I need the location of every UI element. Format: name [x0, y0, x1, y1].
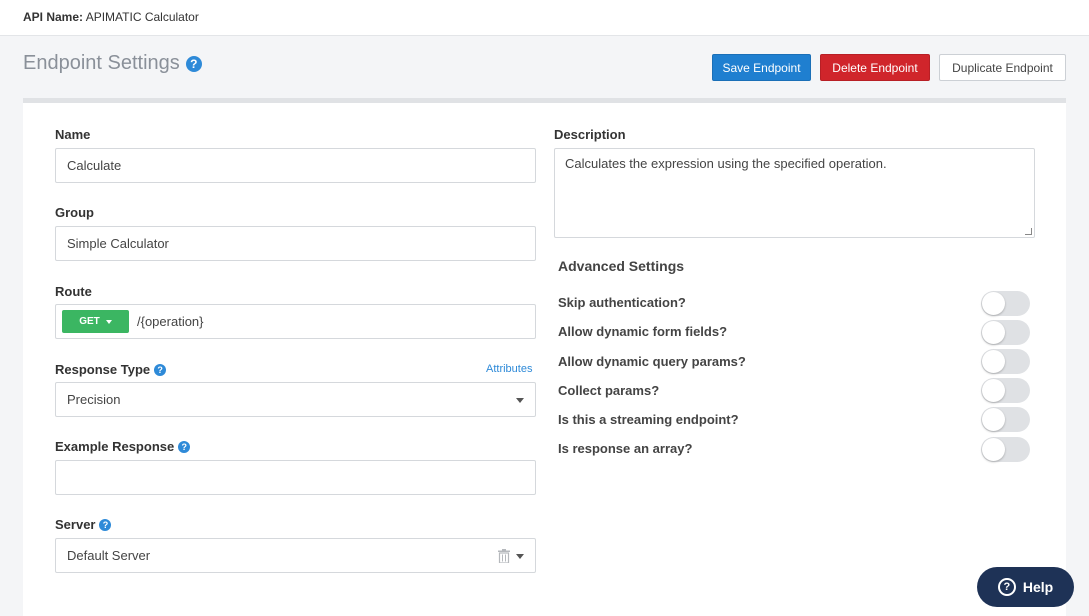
api-name: API Name: APIMATIC Calculator: [23, 10, 199, 24]
route-value: /{operation}: [137, 314, 204, 329]
server-select[interactable]: Default Server: [55, 538, 536, 573]
response-array-label: Is response an array?: [558, 441, 692, 456]
trash-icon[interactable]: [498, 549, 510, 563]
response-type-value: Precision: [67, 392, 120, 407]
allow-dynamic-form-fields-toggle[interactable]: [981, 320, 1030, 345]
example-response-label: Example Response ?: [55, 439, 190, 454]
chevron-down-icon: [516, 554, 524, 559]
description-textarea[interactable]: Calculates the expression using the spec…: [554, 148, 1035, 238]
question-circle-icon[interactable]: ?: [99, 519, 111, 531]
help-button-label: Help: [1023, 579, 1053, 595]
question-circle-icon[interactable]: ?: [154, 364, 166, 376]
response-type-label: Response Type ?: [55, 362, 166, 377]
example-response-field[interactable]: [55, 460, 536, 495]
help-button[interactable]: ? Help: [977, 567, 1074, 607]
response-type-select[interactable]: Precision: [55, 382, 536, 417]
toggle-knob: [982, 408, 1005, 431]
resize-handle-icon[interactable]: [1025, 228, 1032, 235]
advanced-settings-title: Advanced Settings: [558, 258, 684, 274]
page-title-text: Endpoint Settings: [23, 52, 180, 75]
response-array-toggle[interactable]: [981, 437, 1030, 462]
delete-endpoint-button[interactable]: Delete Endpoint: [820, 54, 930, 81]
route-label: Route: [55, 284, 92, 299]
toggle-knob: [982, 321, 1005, 344]
allow-dynamic-query-params-label: Allow dynamic query params?: [558, 354, 746, 369]
question-circle-icon[interactable]: ?: [186, 56, 202, 72]
api-name-label: API Name:: [23, 10, 83, 24]
toggle-knob: [982, 292, 1005, 315]
save-endpoint-button[interactable]: Save Endpoint: [712, 54, 811, 81]
description-value: Calculates the expression using the spec…: [565, 156, 887, 171]
page-title: Endpoint Settings ?: [23, 52, 202, 75]
name-label: Name: [55, 127, 90, 142]
server-value: Default Server: [67, 548, 150, 563]
response-type-label-text: Response Type: [55, 362, 150, 377]
chevron-down-icon: [516, 398, 524, 403]
server-label-text: Server: [55, 517, 95, 532]
name-field[interactable]: Calculate: [55, 148, 536, 183]
group-field[interactable]: Simple Calculator: [55, 226, 536, 261]
chevron-down-icon: [106, 320, 112, 324]
question-circle-icon: ?: [998, 578, 1016, 596]
toggle-knob: [982, 379, 1005, 402]
http-method-dropdown[interactable]: GET: [62, 310, 129, 333]
route-field[interactable]: GET /{operation}: [55, 304, 536, 339]
api-name-value: APIMATIC Calculator: [86, 10, 199, 24]
duplicate-endpoint-button[interactable]: Duplicate Endpoint: [939, 54, 1066, 81]
question-circle-icon[interactable]: ?: [178, 441, 190, 453]
collect-params-toggle[interactable]: [981, 378, 1030, 403]
streaming-endpoint-toggle[interactable]: [981, 407, 1030, 432]
toggle-knob: [982, 438, 1005, 461]
allow-dynamic-form-fields-label: Allow dynamic form fields?: [558, 324, 727, 339]
attributes-link[interactable]: Attributes: [486, 363, 532, 375]
group-label: Group: [55, 205, 94, 220]
name-value: Calculate: [67, 158, 121, 173]
allow-dynamic-query-params-toggle[interactable]: [981, 349, 1030, 374]
toggle-knob: [982, 350, 1005, 373]
example-response-label-text: Example Response: [55, 439, 174, 454]
skip-authentication-label: Skip authentication?: [558, 295, 686, 310]
group-value: Simple Calculator: [67, 236, 169, 251]
description-label: Description: [554, 127, 626, 142]
server-label: Server ?: [55, 517, 111, 532]
http-method-label: GET: [79, 316, 100, 327]
skip-authentication-toggle[interactable]: [981, 291, 1030, 316]
streaming-endpoint-label: Is this a streaming endpoint?: [558, 412, 739, 427]
collect-params-label: Collect params?: [558, 383, 659, 398]
top-bar: API Name: APIMATIC Calculator: [0, 0, 1089, 36]
